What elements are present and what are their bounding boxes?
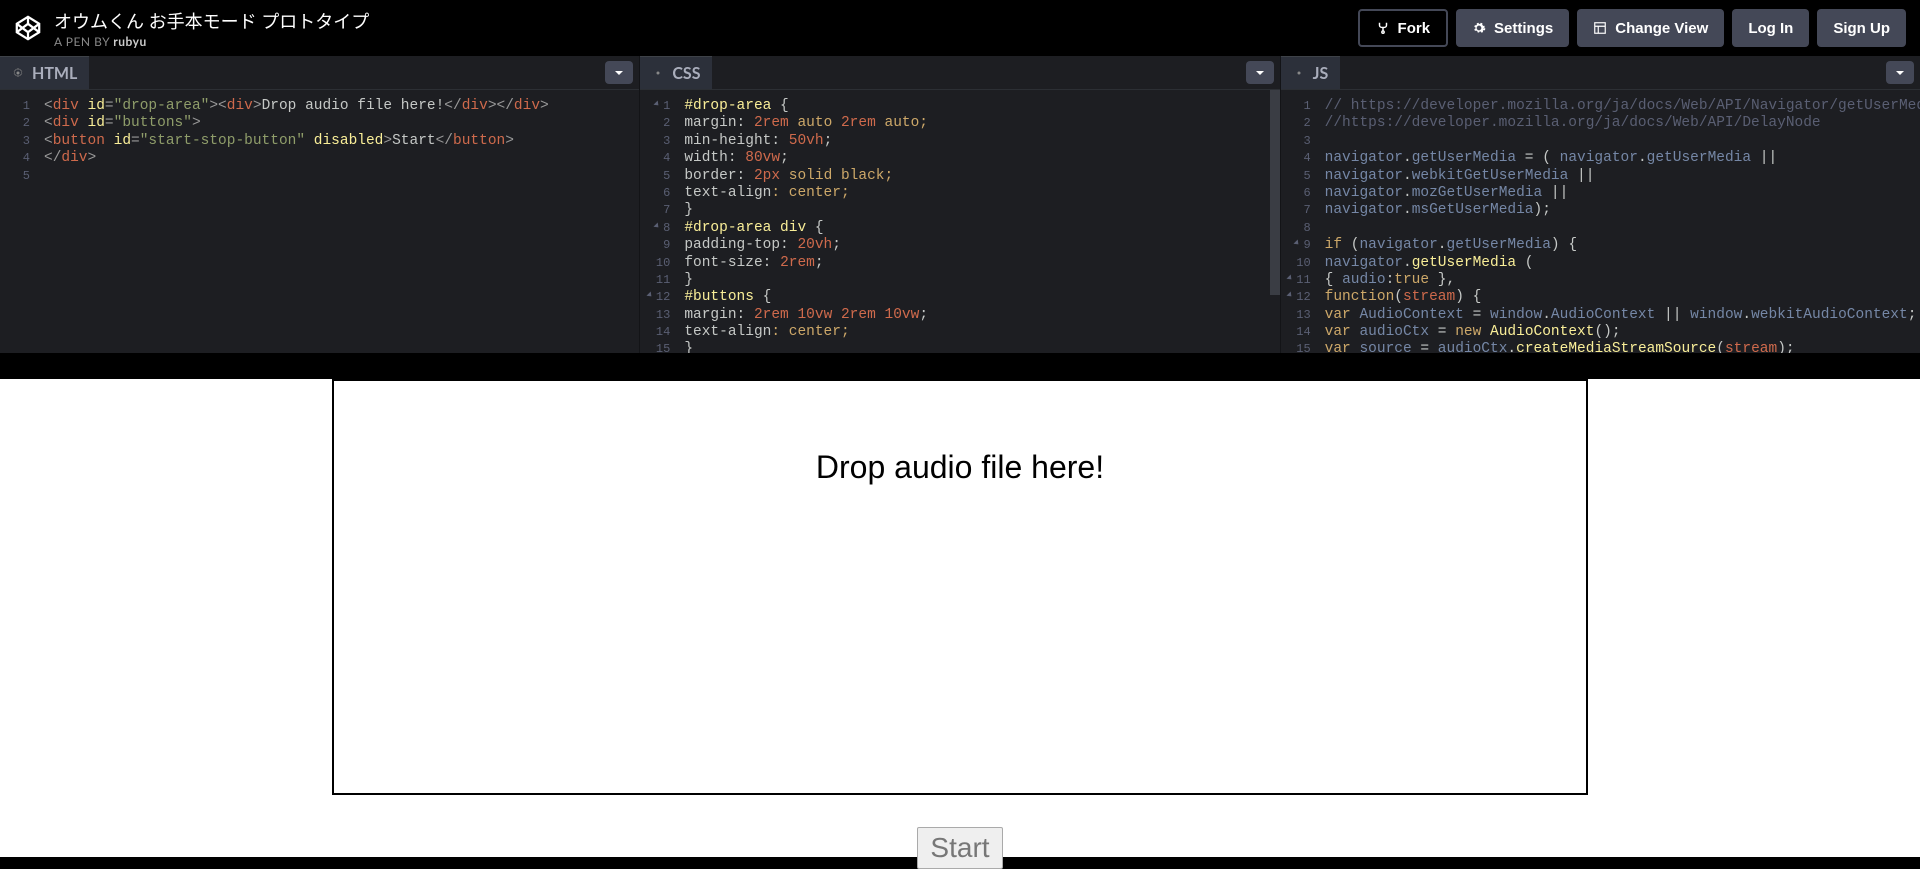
js-editor[interactable]: 123456789101112131415 // https://develop… [1281, 90, 1920, 353]
gear-icon [12, 67, 24, 79]
chevron-down-icon [1255, 68, 1265, 78]
css-gutter: 123456789101112131415 [640, 90, 678, 353]
tab-html[interactable]: HTML [0, 56, 89, 89]
login-button[interactable]: Log In [1732, 9, 1809, 47]
panel-js-header: JS [1281, 56, 1920, 90]
tab-css-label: CSS [672, 64, 700, 83]
login-label: Log In [1748, 20, 1793, 37]
fork-icon [1376, 21, 1390, 35]
byline-prefix: A PEN BY [54, 34, 113, 49]
panel-css: CSS 123456789101112131415 #drop-area { m… [640, 56, 1279, 353]
codepen-logo-icon [14, 14, 42, 42]
tab-html-label: HTML [32, 64, 77, 83]
change-view-label: Change View [1615, 20, 1708, 37]
signup-label: Sign Up [1833, 20, 1890, 37]
pen-title: オウムくん お手本モード プロトタイプ [54, 8, 369, 34]
fork-button[interactable]: Fork [1358, 9, 1449, 47]
gear-icon [652, 67, 664, 79]
layout-icon [1593, 21, 1607, 35]
tab-js-label: JS [1313, 64, 1329, 83]
gear-icon [1293, 67, 1305, 79]
panel-html-menu-button[interactable] [605, 61, 633, 84]
settings-button[interactable]: Settings [1456, 9, 1569, 47]
html-gutter: 12345 [0, 90, 38, 353]
panel-html: HTML 12345 <div id="drop-area"><div>Drop… [0, 56, 639, 353]
css-editor[interactable]: 123456789101112131415 #drop-area { margi… [640, 90, 1279, 353]
panel-html-header: HTML [0, 56, 639, 90]
drop-area[interactable]: Drop audio file here! [332, 379, 1588, 795]
drop-area-text: Drop audio file here! [334, 381, 1586, 486]
fork-label: Fork [1398, 20, 1431, 37]
panel-js: JS 123456789101112131415 // https://deve… [1281, 56, 1920, 353]
header-left: オウムくん お手本モード プロトタイプ A PEN BY rubyu [14, 8, 369, 49]
start-stop-button[interactable]: Start [917, 827, 1002, 869]
tab-css[interactable]: CSS [640, 56, 712, 89]
header: オウムくん お手本モード プロトタイプ A PEN BY rubyu Fork … [0, 0, 1920, 56]
js-gutter: 123456789101112131415 [1281, 90, 1319, 353]
preview-pane: Drop audio file here! Start [0, 379, 1920, 857]
title-block: オウムくん お手本モード プロトタイプ A PEN BY rubyu [54, 8, 369, 49]
gear-icon [1472, 21, 1486, 35]
settings-label: Settings [1494, 20, 1553, 37]
tab-js[interactable]: JS [1281, 56, 1341, 89]
html-editor[interactable]: 12345 <div id="drop-area"><div>Drop audi… [0, 90, 639, 353]
chevron-down-icon [614, 68, 624, 78]
html-code: <div id="drop-area"><div>Drop audio file… [38, 90, 639, 353]
css-code: #drop-area { margin: 2rem auto 2rem auto… [678, 90, 1279, 353]
signup-button[interactable]: Sign Up [1817, 9, 1906, 47]
panel-css-menu-button[interactable] [1246, 61, 1274, 84]
byline-author-link[interactable]: rubyu [113, 34, 146, 49]
chevron-down-icon [1895, 68, 1905, 78]
buttons-area: Start [0, 827, 1920, 869]
editor-panels: HTML 12345 <div id="drop-area"><div>Drop… [0, 56, 1920, 353]
panel-js-menu-button[interactable] [1886, 61, 1914, 84]
js-code: // https://developer.mozilla.org/ja/docs… [1319, 90, 1920, 353]
start-label: Start [930, 832, 989, 863]
panel-css-header: CSS [640, 56, 1279, 90]
change-view-button[interactable]: Change View [1577, 9, 1724, 47]
pen-byline: A PEN BY rubyu [54, 34, 369, 49]
header-right: Fork Settings Change View Log In Sign Up [1358, 9, 1906, 47]
